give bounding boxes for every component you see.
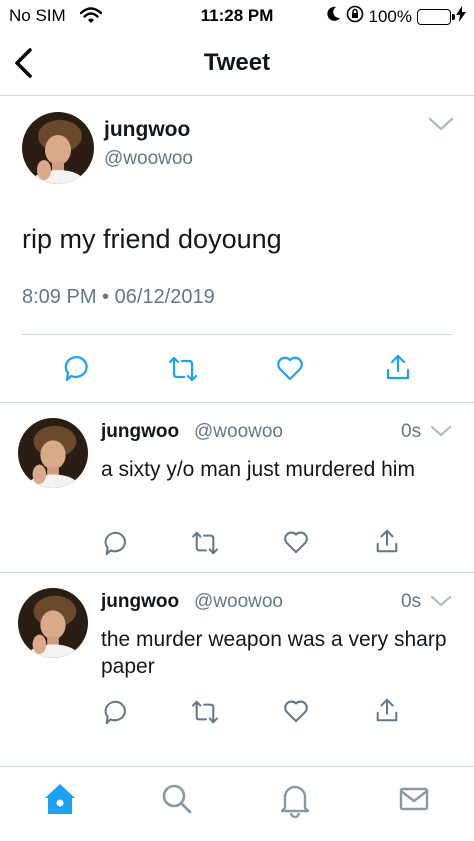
status-right: 100% (326, 5, 466, 28)
moon-icon (326, 6, 341, 27)
divider (0, 402, 474, 403)
author-name[interactable]: jungwoo (101, 421, 179, 443)
battery-icon (417, 8, 455, 25)
timestamp: 0s (401, 421, 422, 442)
like-icon[interactable] (283, 699, 309, 728)
reply-icon[interactable] (63, 354, 91, 387)
status-bar: No SIM 11:28 PM 100% (0, 0, 474, 34)
tweet-text: a sixty y/o man just murdered him (101, 458, 415, 481)
author-handle[interactable]: @woowoo (194, 421, 283, 443)
page-title: Tweet (203, 49, 271, 76)
tweet-text: the murder weapon was a very sharp paper (101, 628, 447, 678)
share-icon[interactable] (384, 353, 412, 386)
author-handle[interactable]: @woowoo (194, 591, 283, 613)
share-icon[interactable] (374, 697, 400, 728)
tab-bar (0, 766, 474, 841)
avatar[interactable] (18, 418, 88, 488)
avatar[interactable] (18, 588, 88, 658)
home-icon[interactable] (40, 779, 80, 819)
like-icon[interactable] (283, 530, 309, 559)
retweet-icon[interactable] (191, 531, 219, 560)
battery-percent: 100% (368, 6, 412, 26)
tweet-text: rip my friend doyoung (22, 224, 282, 254)
share-icon[interactable] (374, 528, 400, 559)
messages-icon[interactable] (394, 779, 434, 819)
author-handle[interactable]: @woowoo (104, 148, 193, 170)
divider (0, 572, 474, 573)
charging-icon (456, 6, 466, 27)
chevron-down-icon[interactable] (430, 424, 452, 443)
orientation-lock-icon (346, 5, 364, 28)
retweet-icon[interactable] (168, 356, 198, 387)
retweet-icon[interactable] (191, 700, 219, 729)
chevron-down-icon[interactable] (430, 594, 452, 613)
divider (22, 334, 452, 335)
like-icon[interactable] (276, 355, 304, 386)
tweet-datetime: 8:09 PM • 06/12/2019 (22, 286, 215, 308)
nav-bar: Tweet (0, 34, 474, 96)
reply-icon[interactable] (103, 699, 129, 730)
author-name[interactable]: jungwoo (104, 118, 190, 142)
notifications-icon[interactable] (275, 779, 315, 819)
avatar[interactable] (22, 112, 94, 184)
chevron-down-icon[interactable] (428, 116, 454, 137)
reply-icon[interactable] (103, 530, 129, 561)
search-icon[interactable] (157, 779, 197, 819)
timestamp: 0s (401, 591, 422, 612)
author-name[interactable]: jungwoo (101, 591, 179, 613)
